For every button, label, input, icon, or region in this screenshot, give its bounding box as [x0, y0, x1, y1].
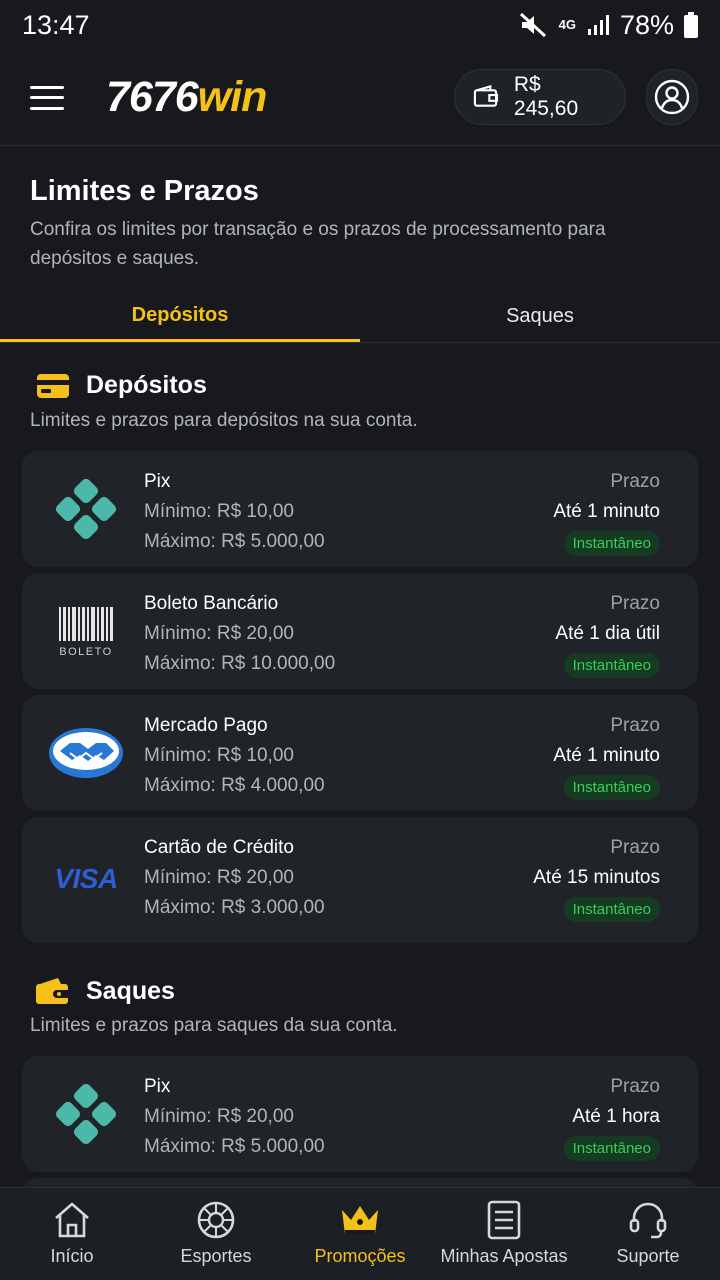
deposits-section-header: Depósitos: [36, 371, 207, 400]
nav-esportes[interactable]: Esportes: [144, 1188, 288, 1280]
status-bar: 13:47 4G 78%: [0, 0, 720, 50]
method-min: Mínimo: R$ 20,00: [144, 623, 294, 644]
method-max: Máximo: R$ 3.000,00: [144, 897, 325, 918]
deposit-method-card[interactable]: BOLETO Boleto Bancário Mínimo: R$ 20,00 …: [22, 573, 698, 689]
prazo-label: Prazo: [610, 593, 660, 614]
method-max: Máximo: R$ 4.000,00: [144, 775, 325, 796]
prazo-label: Prazo: [610, 1076, 660, 1097]
prazo-value: Até 1 dia útil: [555, 623, 660, 644]
logo-number: 7676: [106, 73, 199, 121]
logo-win: win: [197, 73, 268, 121]
method-max: Máximo: R$ 5.000,00: [144, 531, 325, 552]
nav-label: Início: [50, 1246, 94, 1266]
user-account-button[interactable]: [646, 69, 698, 125]
nav-promocoes[interactable]: Promoções: [288, 1188, 432, 1280]
prazo-label: Prazo: [610, 715, 660, 736]
status-badge: Instantâneo: [563, 897, 660, 922]
method-name: Pix: [144, 471, 171, 492]
nav-label: Esportes: [180, 1246, 252, 1266]
status-time: 13:47: [22, 9, 90, 40]
boleto-icon-text: BOLETO: [59, 646, 112, 658]
wallet-balance: R$ 245,60: [513, 73, 579, 120]
card-icon: [37, 373, 69, 398]
nav-label: Suporte: [616, 1246, 680, 1266]
home-icon: [55, 1202, 89, 1238]
method-name: Boleto Bancário: [144, 593, 279, 614]
withdrawals-section-header: Saques: [36, 976, 175, 1006]
status-badge: Instantâneo: [563, 531, 660, 556]
method-max: Máximo: R$ 10.000,00: [144, 653, 336, 674]
pix-icon: [44, 1076, 128, 1152]
page-title: Limites e Prazos: [30, 175, 259, 207]
prazo-value: Até 1 hora: [572, 1106, 660, 1127]
prazo-value: Até 15 minutos: [533, 867, 660, 888]
status-badge: Instantâneo: [563, 1136, 660, 1161]
deposit-method-card[interactable]: VISA Cartão de Crédito Mínimo: R$ 20,00 …: [22, 817, 698, 943]
withdrawals-title: Saques: [86, 976, 175, 1005]
nav-minhas-apostas[interactable]: Minhas Apostas: [432, 1188, 576, 1280]
hamburger-menu-icon[interactable]: [28, 83, 66, 113]
nav-inicio[interactable]: Início: [0, 1188, 144, 1280]
headset-icon: [629, 1202, 667, 1239]
method-min: Mínimo: R$ 20,00: [144, 867, 294, 888]
nav-label: Promoções: [314, 1246, 406, 1266]
battery-percent: 78%: [619, 9, 674, 40]
boleto-icon: BOLETO: [44, 593, 128, 669]
wallet-icon: [473, 85, 499, 107]
method-name: Cartão de Crédito: [144, 837, 294, 858]
deposit-method-card[interactable]: Pix Mínimo: R$ 10,00 Máximo: R$ 5.000,00…: [22, 451, 698, 567]
nav-label: Minhas Apostas: [440, 1246, 568, 1266]
deposits-subtitle: Limites e prazos para depósitos na sua c…: [30, 410, 418, 431]
prazo-value: Até 1 minuto: [553, 745, 660, 766]
brand-logo[interactable]: 7676win: [106, 73, 268, 122]
deposit-method-card[interactable]: Mercado Pago Mínimo: R$ 10,00 Máximo: R$…: [22, 695, 698, 811]
withdrawal-method-card[interactable]: [22, 1178, 698, 1187]
status-icons: 4G 78%: [519, 10, 698, 41]
app-header: 7676win R$ 245,60: [0, 50, 720, 146]
pix-icon: [44, 471, 128, 547]
method-max: Máximo: R$ 5.000,00: [144, 1136, 325, 1157]
method-min: Mínimo: R$ 10,00: [144, 501, 294, 522]
tab-bar: Depósitos Saques: [0, 291, 720, 343]
page-subtitle: Confira os limites por transação e os pr…: [30, 219, 606, 269]
status-badge: Instantâneo: [563, 653, 660, 678]
visa-icon: VISA: [44, 841, 128, 917]
method-min: Mínimo: R$ 10,00: [144, 745, 294, 766]
method-name: Mercado Pago: [144, 715, 268, 736]
wallet-section-icon: [36, 978, 70, 1004]
visa-icon-text: VISA: [54, 863, 118, 894]
deposits-title: Depósitos: [86, 371, 207, 399]
prazo-label: Prazo: [610, 471, 660, 492]
tab-depositos[interactable]: Depósitos: [0, 291, 360, 342]
prazo-label: Prazo: [610, 837, 660, 858]
ticket-icon: [487, 1200, 521, 1240]
method-name: Pix: [144, 1076, 171, 1097]
wallet-balance-button[interactable]: R$ 245,60: [454, 69, 626, 125]
withdrawal-method-card[interactable]: Pix Mínimo: R$ 20,00 Máximo: R$ 5.000,00…: [22, 1056, 698, 1172]
status-badge: Instantâneo: [563, 775, 660, 800]
main-content[interactable]: Limites e Prazos Confira os limites por …: [0, 147, 720, 1187]
mercado-pago-icon: [44, 715, 128, 791]
battery-icon: [684, 12, 698, 38]
user-icon: [654, 79, 690, 115]
soccer-ball-icon: [197, 1201, 235, 1239]
signal-icon: [587, 15, 609, 35]
mute-icon: [519, 12, 546, 38]
nav-suporte[interactable]: Suporte: [576, 1188, 720, 1280]
withdrawals-subtitle: Limites e prazos para saques da sua cont…: [30, 1015, 398, 1036]
network-type: 4G: [558, 17, 576, 32]
crown-icon: [342, 1206, 378, 1234]
method-min: Mínimo: R$ 20,00: [144, 1106, 294, 1127]
bottom-navigation: Início Esportes Promoções Minhas Apostas: [0, 1187, 720, 1280]
prazo-value: Até 1 minuto: [553, 501, 660, 522]
tab-saques[interactable]: Saques: [360, 291, 720, 342]
